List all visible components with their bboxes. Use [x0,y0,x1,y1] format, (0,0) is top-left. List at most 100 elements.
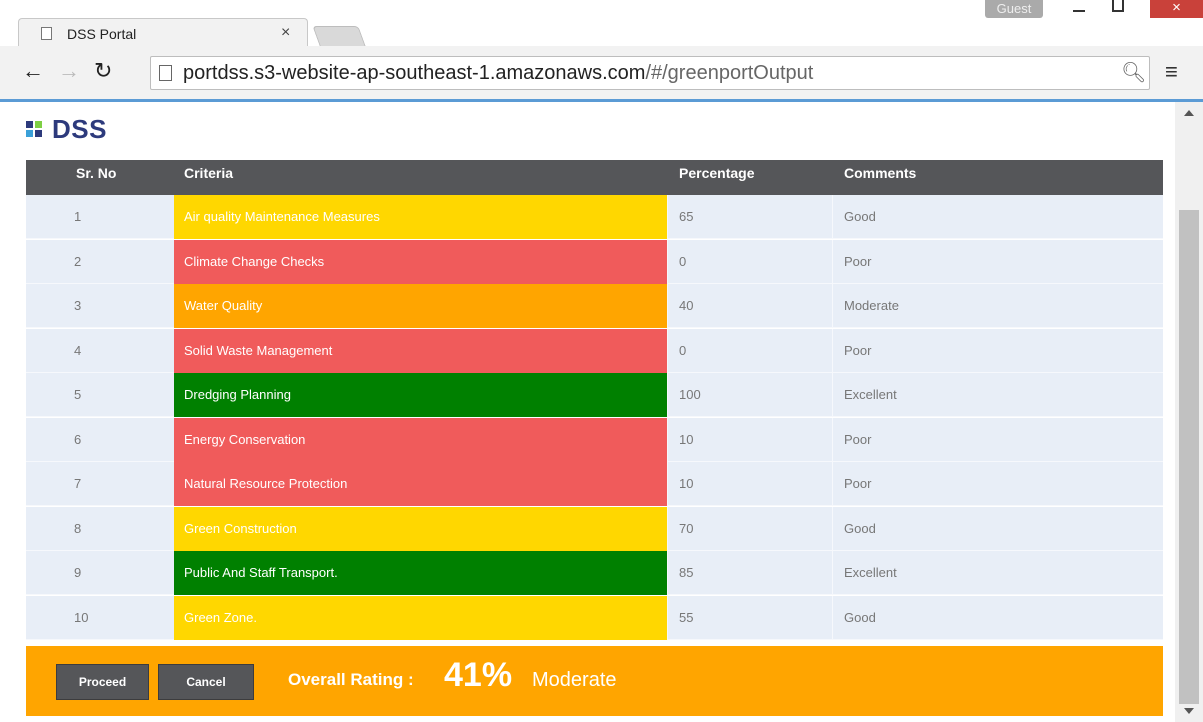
sr-no-cell: 5 [74,387,82,402]
percentage-cell: 65 [679,209,694,224]
column-header-criteria: Criteria [184,165,234,181]
criteria-cell: Green Zone. [174,595,667,640]
table-row: 4 Solid Waste Management 0 Poor [26,328,1163,373]
table-row: 9 Public And Staff Transport. 85 Excellent [26,551,1163,595]
column-divider [832,506,833,551]
new-tab-button[interactable] [312,26,366,46]
guest-profile-badge[interactable]: Guest [985,0,1043,18]
scroll-up-arrow-icon[interactable] [1184,110,1194,116]
column-divider [667,195,668,239]
comment-cell: Poor [844,253,872,269]
criteria-cell: Solid Waste Management [174,328,667,373]
comment-cell: Good [844,609,876,625]
sr-no-cell: 7 [74,476,82,491]
logo-square-icon [35,121,42,128]
percentage-cell: 55 [679,609,694,625]
column-divider [832,551,833,595]
address-url[interactable]: portdss.s3-website-ap-southeast-1.amazon… [183,62,813,85]
minimize-icon[interactable] [1073,0,1087,18]
logo-square-icon [26,130,33,137]
table-row: 10 Green Zone. 55 Good [26,595,1163,640]
comment-cell: Excellent [844,565,897,580]
column-divider [832,462,833,506]
sr-no-cell: 8 [74,520,82,536]
logo-square-icon [35,130,42,137]
column-divider [832,195,833,239]
brand-name: DSS [52,114,107,144]
column-divider [667,328,668,373]
comment-cell: Poor [844,342,872,358]
sr-no-cell: 2 [74,253,82,269]
cancel-button[interactable]: Cancel [158,664,254,700]
browser-tab[interactable]: DSS Portal × [18,18,308,48]
sr-no-cell: 10 [74,609,89,625]
comment-cell: Moderate [844,298,899,313]
comment-cell: Excellent [844,387,897,402]
column-divider [667,595,668,640]
tab-title: DSS Portal [67,26,137,42]
column-divider [832,373,833,417]
percentage-cell: 85 [679,565,694,580]
criteria-cell: Green Construction [174,506,667,551]
criteria-cell: Water Quality [174,284,667,328]
sr-no-cell: 6 [74,431,82,447]
rating-footer: Proceed Cancel Overall Rating : 41% Mode… [26,646,1163,716]
back-arrow-icon[interactable]: ← [22,60,44,82]
zoom-icon[interactable]: 🔍︎ [1121,60,1146,85]
criteria-cell: Natural Resource Protection [174,462,667,506]
criteria-cell: Energy Conservation [174,417,667,462]
column-header-sr-no: Sr. No [76,165,117,181]
comment-cell: Poor [844,431,872,447]
criteria-cell: Public And Staff Transport. [174,551,667,595]
comment-cell: Good [844,209,876,224]
column-header-percentage: Percentage [679,165,755,181]
sr-no-cell: 3 [74,298,82,313]
sr-no-cell: 9 [74,565,82,580]
proceed-button[interactable]: Proceed [56,664,149,700]
logo-square-icon [26,121,33,128]
tab-close-icon[interactable]: × [281,24,290,42]
column-divider [832,595,833,640]
window-close-button[interactable]: × [1150,0,1203,18]
percentage-cell: 0 [679,342,687,358]
page-content: DSS Sr. No Criteria Percentage Comments … [0,102,1175,722]
comment-cell: Poor [844,476,872,491]
column-divider [832,328,833,373]
sr-no-cell: 1 [74,209,82,224]
scroll-down-arrow-icon[interactable] [1184,708,1194,714]
scrollbar-thumb[interactable] [1179,210,1199,704]
column-divider [832,239,833,284]
table-row: 6 Energy Conservation 10 Poor [26,417,1163,462]
column-divider [667,373,668,417]
overall-rating-percentage: 41% [444,656,513,694]
sr-no-cell: 4 [74,342,82,358]
column-divider [667,239,668,284]
table-header: Sr. No Criteria Percentage Comments [26,160,1163,195]
vertical-scrollbar[interactable] [1175,102,1203,722]
column-divider [667,551,668,595]
table-row: 1 Air quality Maintenance Measures 65 Good [26,195,1163,239]
forward-arrow-icon[interactable]: → [58,60,80,82]
table-row: 8 Green Construction 70 Good [26,506,1163,551]
overall-rating-label: Overall Rating : [288,670,414,689]
column-divider [832,417,833,462]
column-divider [667,506,668,551]
column-divider [667,417,668,462]
page-icon [159,65,172,81]
table-row: 7 Natural Resource Protection 10 Poor [26,462,1163,506]
criteria-cell: Dredging Planning [174,373,667,417]
percentage-cell: 40 [679,298,694,313]
browser-menu-icon[interactable]: ≡ [1165,59,1178,85]
percentage-cell: 10 [679,476,694,491]
address-bar[interactable]: portdss.s3-website-ap-southeast-1.amazon… [150,56,1150,90]
reload-icon[interactable]: ↻ [94,60,112,82]
column-header-comments: Comments [844,165,917,181]
table-row: 3 Water Quality 40 Moderate [26,284,1163,328]
overall-rating-text: Moderate [532,669,617,691]
maximize-icon[interactable] [1112,0,1124,12]
percentage-cell: 0 [679,253,687,269]
criteria-cell: Air quality Maintenance Measures [174,195,667,239]
table-row: 2 Climate Change Checks 0 Poor [26,239,1163,284]
criteria-cell: Climate Change Checks [174,239,667,284]
comment-cell: Good [844,520,876,536]
